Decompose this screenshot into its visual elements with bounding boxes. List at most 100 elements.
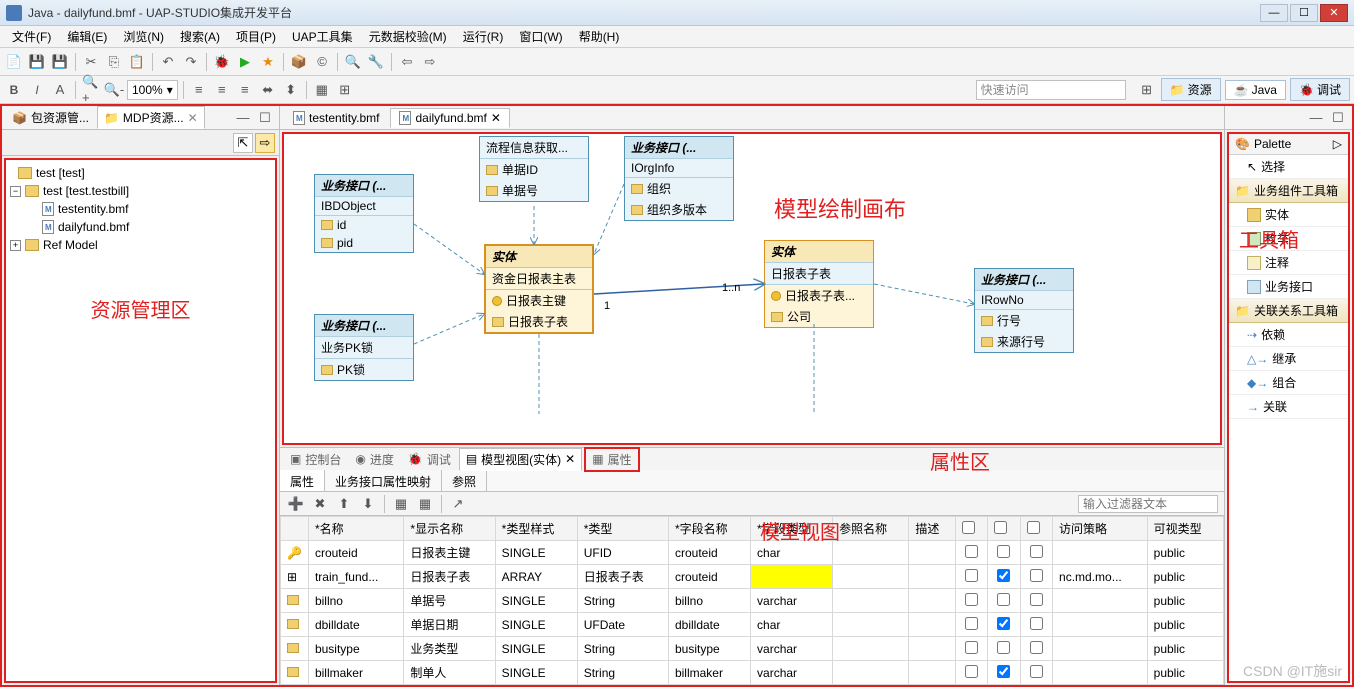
model-canvas[interactable]: 模型绘制画布 流程信息获取... 单据ID 单据号 业务接口 (... IOrg… xyxy=(282,132,1222,445)
align-center-icon[interactable]: ≡ xyxy=(212,80,232,100)
cell-access[interactable] xyxy=(1053,589,1148,613)
cell-desc[interactable] xyxy=(909,541,955,565)
zoom-combo[interactable]: 100% ▾ xyxy=(127,80,178,100)
tree-file-dailyfund[interactable]: dailyfund.bmf xyxy=(10,218,271,236)
tree-refmodel[interactable]: +Ref Model xyxy=(10,236,271,254)
collapse-all-icon[interactable]: ⇱ xyxy=(233,133,253,153)
cell-style[interactable]: SINGLE xyxy=(495,661,577,685)
column-header[interactable] xyxy=(955,517,987,541)
row-checkbox[interactable] xyxy=(997,569,1010,582)
column-header[interactable] xyxy=(1020,517,1052,541)
tab-mdp-explorer[interactable]: 📁 MDP资源... ✕ xyxy=(97,106,205,129)
tab-console[interactable]: ▣ 控制台 xyxy=(284,449,347,470)
row-checkbox[interactable] xyxy=(1030,641,1043,654)
menu-run[interactable]: 运行(R) xyxy=(455,26,512,47)
prop-tab-attrs[interactable]: 属性 xyxy=(280,470,325,491)
fwd-icon[interactable]: ⇨ xyxy=(420,52,440,72)
menu-uap[interactable]: UAP工具集 xyxy=(284,26,361,47)
row-checkbox[interactable] xyxy=(1030,545,1043,558)
palette-dependency[interactable]: ⇢ 依赖 xyxy=(1229,323,1348,347)
cell-style[interactable]: SINGLE xyxy=(495,589,577,613)
cell-ftype[interactable]: char xyxy=(751,613,833,637)
font-color-icon[interactable]: A xyxy=(50,80,70,100)
cell-access[interactable] xyxy=(1053,637,1148,661)
open-persp-icon[interactable]: ⊞ xyxy=(1137,80,1157,100)
font-i-icon[interactable]: I xyxy=(27,80,47,100)
cell-disp[interactable]: 单据日期 xyxy=(404,613,495,637)
copy-icon[interactable]: ⎘ xyxy=(104,52,124,72)
persp-debug[interactable]: 🐞调试 xyxy=(1290,78,1350,101)
cell-ref[interactable] xyxy=(833,637,909,661)
palette-comment[interactable]: 注释 xyxy=(1229,251,1348,275)
cell-name[interactable]: dbilldate xyxy=(308,613,403,637)
cell-disp[interactable]: 日报表子表 xyxy=(404,565,495,589)
tab-properties[interactable]: ▦ 属性 xyxy=(584,447,639,472)
save-icon[interactable]: 💾 xyxy=(27,52,47,72)
cell-access[interactable] xyxy=(1053,661,1148,685)
cell-visibility[interactable]: public xyxy=(1147,589,1223,613)
cell-field[interactable]: billno xyxy=(668,589,750,613)
cell-visibility[interactable]: public xyxy=(1147,661,1223,685)
column-header[interactable]: *字段类型 xyxy=(751,517,833,541)
persp-java[interactable]: ☕Java xyxy=(1225,80,1286,100)
row-checkbox[interactable] xyxy=(997,593,1010,606)
table-row[interactable]: billno单据号SINGLEStringbillnovarcharpublic xyxy=(281,589,1224,613)
menu-search[interactable]: 搜索(A) xyxy=(172,26,228,47)
menu-project[interactable]: 项目(P) xyxy=(228,26,284,47)
close-button[interactable]: ✕ xyxy=(1320,4,1348,22)
cell-ftype[interactable] xyxy=(751,565,833,589)
paste-icon[interactable]: 📋 xyxy=(127,52,147,72)
new-pkg-icon[interactable]: 📦 xyxy=(289,52,309,72)
cell-desc[interactable] xyxy=(909,589,955,613)
cell-field[interactable]: dbilldate xyxy=(668,613,750,637)
menu-help[interactable]: 帮助(H) xyxy=(571,26,628,47)
cell-style[interactable]: SINGLE xyxy=(495,637,577,661)
palette-drawer-components[interactable]: 📁 业务组件工具箱 xyxy=(1229,179,1348,203)
cell-desc[interactable] xyxy=(909,661,955,685)
run-ext-icon[interactable]: ★ xyxy=(258,52,278,72)
close-icon[interactable]: ✕ xyxy=(491,111,501,125)
column-header[interactable]: 参照名称 xyxy=(833,517,909,541)
palette-inherit[interactable]: △→ 继承 xyxy=(1229,347,1348,371)
interface-ibdobject[interactable]: 业务接口 (... IBDObject id pid xyxy=(314,174,414,253)
table-row[interactable]: busitype业务类型SINGLEStringbusitypevarcharp… xyxy=(281,637,1224,661)
zoom-in-icon[interactable]: 🔍+ xyxy=(81,80,101,100)
cell-type[interactable]: String xyxy=(577,661,668,685)
minimize-view-icon[interactable]: — xyxy=(233,108,253,128)
column-header[interactable]: *类型样式 xyxy=(495,517,577,541)
back-icon[interactable]: ⇦ xyxy=(397,52,417,72)
row-checkbox[interactable] xyxy=(965,617,978,630)
cut-icon[interactable]: ✂ xyxy=(81,52,101,72)
row-checkbox[interactable] xyxy=(1030,593,1043,606)
table-row[interactable]: 🔑crouteid日报表主键SINGLEUFIDcrouteidcharpubl… xyxy=(281,541,1224,565)
up-icon[interactable]: ⬆ xyxy=(334,494,354,514)
cell-ref[interactable] xyxy=(833,565,909,589)
distribute-v-icon[interactable]: ⬍ xyxy=(281,80,301,100)
filter-input[interactable] xyxy=(1078,495,1218,513)
column-header[interactable]: 描述 xyxy=(909,517,955,541)
close-icon[interactable]: ✕ xyxy=(188,111,198,125)
row-checkbox[interactable] xyxy=(965,569,978,582)
column-header[interactable]: *字段名称 xyxy=(668,517,750,541)
menu-edit[interactable]: 编辑(E) xyxy=(59,26,115,47)
column-header[interactable]: 可视类型 xyxy=(1147,517,1223,541)
cell-name[interactable]: crouteid xyxy=(308,541,403,565)
zoom-out-icon[interactable]: 🔍- xyxy=(104,80,124,100)
entity-main[interactable]: 实体 资金日报表主表 日报表主键 日报表子表 xyxy=(484,244,594,334)
down-icon[interactable]: ⬇ xyxy=(358,494,378,514)
new-class-icon[interactable]: © xyxy=(312,52,332,72)
tree-file-testentity[interactable]: testentity.bmf xyxy=(10,200,271,218)
collapse-icon[interactable]: − xyxy=(10,186,21,197)
link-editor-icon[interactable]: ⇨ xyxy=(255,133,275,153)
header-checkbox[interactable] xyxy=(994,521,1007,534)
cell-name[interactable]: train_fund... xyxy=(308,565,403,589)
cell-desc[interactable] xyxy=(909,637,955,661)
palette-select[interactable]: ↖ 选择 xyxy=(1229,155,1348,179)
prop-tab-ref[interactable]: 参照 xyxy=(442,470,487,491)
cell-field[interactable]: crouteid xyxy=(668,541,750,565)
header-checkbox[interactable] xyxy=(962,521,975,534)
cell-type[interactable]: UFDate xyxy=(577,613,668,637)
interface-flow-info[interactable]: 流程信息获取... 单据ID 单据号 xyxy=(479,136,589,202)
menu-file[interactable]: 文件(F) xyxy=(4,26,59,47)
row-checkbox[interactable] xyxy=(997,665,1010,678)
